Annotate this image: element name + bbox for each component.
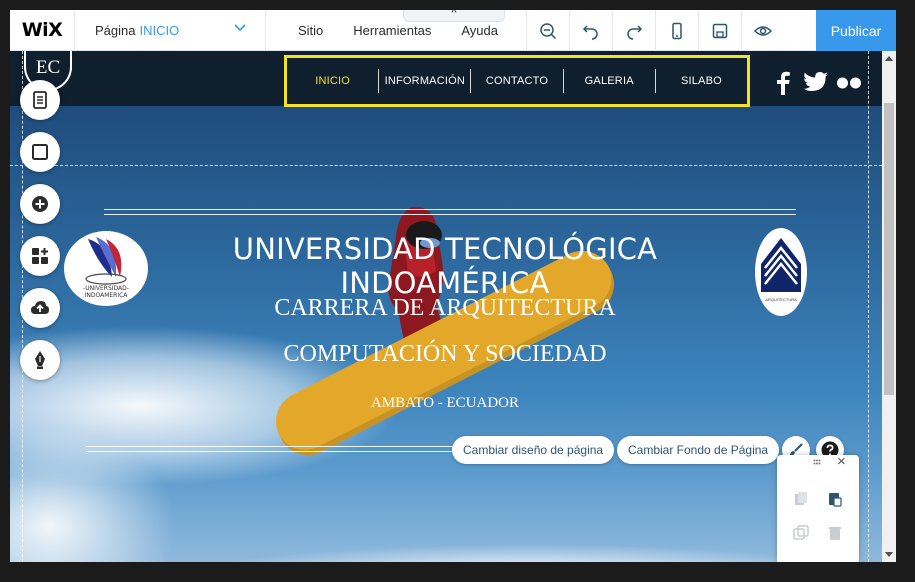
change-page-design-button[interactable]: Cambiar diseño de página — [452, 436, 615, 464]
header-bottom-guide — [10, 165, 882, 166]
hero-title[interactable]: UNIVERSIDAD TECNOLÓGICA INDOAMÉRICA — [140, 232, 750, 300]
university-logo[interactable]: -UNIVERSIDAD- INDOAMERICA — [64, 231, 148, 306]
university-logo-text: -UNIVERSIDAD- INDOAMERICA — [83, 285, 129, 299]
scrollbar-thumb[interactable] — [884, 103, 894, 395]
copy-icon[interactable] — [793, 491, 809, 507]
drag-handle-icon[interactable] — [813, 459, 821, 467]
paste-icon[interactable] — [827, 491, 843, 507]
nav-link-silabo[interactable]: SILABO — [656, 69, 747, 93]
background-button[interactable] — [20, 132, 60, 172]
add-button[interactable] — [20, 184, 60, 224]
pages-button[interactable] — [20, 80, 60, 120]
hero-subtitle-career[interactable]: CARRERA DE ARQUITECTURA — [170, 295, 720, 322]
element-actions-panel: × — [777, 453, 859, 562]
zoom-out-icon — [540, 22, 557, 39]
redo-icon — [627, 24, 643, 40]
editor-top-bar: WiX Página INICIO Sitio Herramientas Ayu… — [10, 10, 896, 51]
nav-link-inicio[interactable]: INICIO — [287, 69, 380, 93]
hero-top-rule-1 — [104, 209, 796, 210]
hero-subtitle-course[interactable]: COMPUTACIÓN Y SOCIEDAD — [170, 341, 720, 368]
menu-sitio[interactable]: Sitio — [266, 10, 338, 51]
university-emblem-icon — [85, 237, 127, 285]
save-button[interactable] — [698, 10, 741, 51]
scroll-up-icon[interactable] — [885, 55, 893, 63]
flickr-icon[interactable] — [836, 76, 862, 90]
architecture-emblem-icon — [761, 238, 801, 292]
change-page-background-button[interactable]: Cambiar Fondo de Página — [617, 436, 780, 464]
blog-button[interactable] — [20, 340, 60, 380]
site-navigation-menu[interactable]: INICIO INFORMACIÓN CONTACTO GALERIA SILA… — [284, 55, 750, 107]
hero-location[interactable]: AMBATO - ECUADOR — [250, 395, 640, 412]
save-icon — [712, 23, 728, 38]
pages-icon — [33, 91, 47, 109]
publish-button[interactable]: Publicar — [816, 10, 896, 51]
layout-guide-right — [868, 51, 869, 562]
vertical-scrollbar[interactable] — [882, 51, 896, 562]
architecture-logo[interactable]: ARQUITECTURA — [755, 228, 807, 316]
upload-button[interactable] — [20, 288, 60, 328]
add-apps-button[interactable] — [20, 236, 60, 276]
duplicate-icon[interactable] — [793, 525, 809, 541]
mobile-icon — [672, 22, 682, 39]
nav-link-galeria[interactable]: GALERIA — [564, 69, 656, 93]
pen-nib-icon — [35, 351, 45, 369]
apps-icon — [32, 248, 48, 264]
editor-window: WiX Página INICIO Sitio Herramientas Ayu… — [10, 10, 896, 562]
page-selector-current: INICIO — [139, 22, 180, 38]
redo-button[interactable] — [612, 10, 655, 51]
nav-link-contacto[interactable]: CONTACTO — [471, 69, 564, 93]
collapse-toolbar-tab[interactable]: ^ — [403, 10, 505, 22]
wix-logo[interactable]: WiX — [10, 10, 74, 51]
editor-tools — [526, 10, 784, 51]
twitter-icon[interactable] — [804, 71, 828, 93]
chevron-down-icon — [234, 23, 246, 31]
editor-stage: EC INICIO INFORMACIÓN CONTACTO GALERIA S… — [10, 51, 896, 562]
hero-bottom-rule-2 — [86, 451, 506, 452]
hero-top-rule-2 — [104, 214, 796, 215]
scroll-down-icon[interactable] — [885, 550, 893, 558]
undo-button[interactable] — [569, 10, 612, 51]
undo-icon — [582, 24, 598, 40]
panel-close-icon[interactable]: × — [837, 453, 846, 470]
mobile-view-button[interactable] — [655, 10, 698, 51]
left-toolbar — [20, 80, 60, 392]
page-selector[interactable]: Página INICIO — [74, 10, 266, 51]
eye-icon — [754, 25, 772, 36]
background-icon — [32, 144, 48, 160]
plus-circle-icon — [32, 196, 48, 212]
hero-bottom-rule-1 — [86, 446, 506, 447]
trash-icon[interactable] — [827, 525, 843, 541]
preview-button[interactable] — [741, 10, 784, 51]
facebook-icon[interactable] — [772, 71, 794, 95]
zoom-out-button[interactable] — [526, 10, 569, 51]
architecture-logo-text: ARQUITECTURA — [765, 297, 797, 302]
cloud-upload-icon — [31, 301, 49, 314]
nav-link-informacion[interactable]: INFORMACIÓN — [379, 69, 472, 93]
page-selector-label: Página — [95, 22, 136, 38]
